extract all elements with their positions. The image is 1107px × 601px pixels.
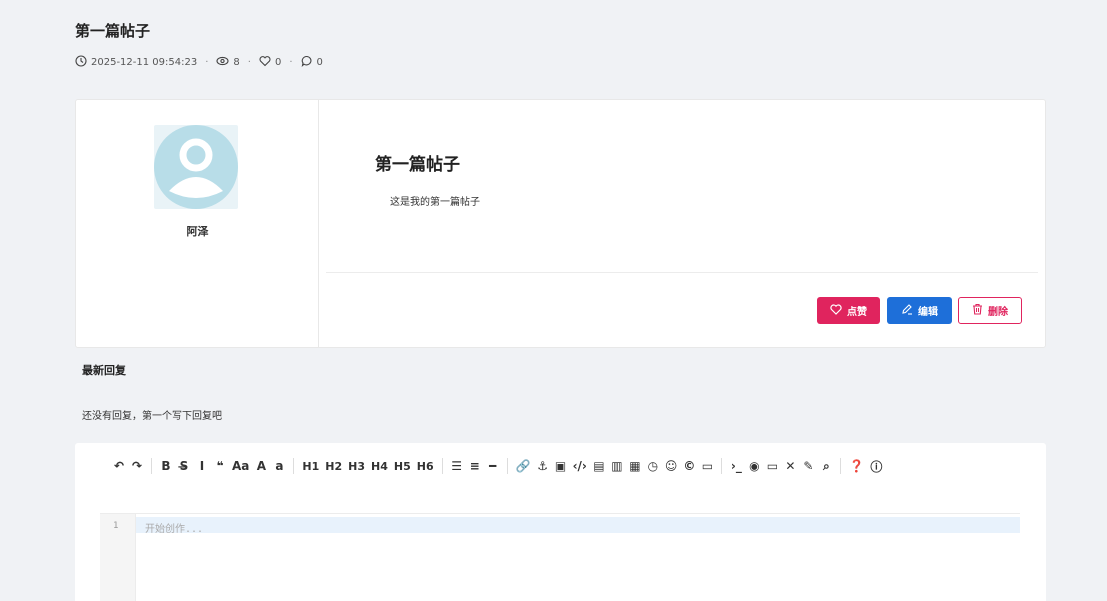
comments-count: 0 [316,57,323,68]
author-name[interactable]: 阿泽 [76,223,319,239]
toolbar-separator [721,458,723,474]
post-meta: 2025-12-11 09:54:23 · 8 · 0 · 0 [75,55,323,70]
lowercase-button[interactable]: a [270,456,288,476]
meta-separator: · [247,57,251,68]
editor-toolbar: ↶ ↷ B S̶ I ❝ Aa Aa H1 H2 H3 H4 H5 H6 ☰ ≡ ━ 🔗 ⚓ ▣ ‹/› ▤ ▥ ▦ ◷ ☺ © ▭ ›… [110,456,1020,476]
link-icon[interactable]: 🔗 [513,456,534,476]
no-replies-text: 还没有回复，第一个写下回复吧 [82,411,222,422]
edit-label: 编辑 [918,307,938,318]
h2-button[interactable]: H2 [322,456,345,476]
code-file-icon[interactable]: ▥ [608,456,626,476]
fullscreen-icon[interactable]: ✕ [781,456,799,476]
toolbar-separator [840,458,842,474]
watch-icon[interactable]: ▭ [763,456,781,476]
pagebreak-icon[interactable]: ▭ [698,456,716,476]
info-icon[interactable]: ⓘ [867,456,885,476]
post-content-panel: 第一篇帖子 这是我的第一篇帖子 点赞 编辑 删除 [319,100,1045,347]
h6-button[interactable]: H6 [414,456,437,476]
toolbar-separator [506,458,508,474]
quote-button[interactable]: ❝ [211,456,229,476]
redo-icon[interactable]: ↷ [128,456,146,476]
editor-card: ↶ ↷ B S̶ I ❝ Aa Aa H1 H2 H3 H4 H5 H6 ☰ ≡ ━ 🔗 ⚓ ▣ ‹/› ▤ ▥ ▦ ◷ ☺ © ▭ ›… [75,443,1046,601]
anchor-icon[interactable]: ⚓ [534,456,552,476]
uppercase-button[interactable]: A [252,456,270,476]
replies-title: 最新回复 [82,364,126,377]
views-count: 8 [233,57,240,68]
clear-icon[interactable]: ✎ [799,456,817,476]
divider [326,272,1038,273]
trash-icon [972,303,983,318]
h5-button[interactable]: H5 [391,456,414,476]
ordered-list-icon[interactable]: ≡ [466,456,484,476]
h4-button[interactable]: H4 [368,456,391,476]
heart-icon [830,303,842,318]
edit-icon [901,303,913,318]
post-card: 阿泽 第一篇帖子 这是我的第一篇帖子 点赞 编辑 删除 [75,99,1046,348]
delete-button[interactable]: 删除 [958,297,1022,324]
datetime-icon[interactable]: ◷ [644,456,662,476]
strikethrough-button[interactable]: S̶ [175,456,193,476]
upper-lower-case-button[interactable]: Aa [229,456,252,476]
html-entities-icon[interactable]: © [680,456,698,476]
like-button[interactable]: 点赞 [817,297,880,324]
comment-icon [301,55,313,70]
like-label: 点赞 [847,307,867,318]
toolbar-separator [293,458,295,474]
edit-button[interactable]: 编辑 [887,297,952,324]
eye-icon [216,55,229,70]
emoji-icon[interactable]: ☺ [662,456,681,476]
meta-separator: · [289,57,293,68]
post-body: 这是我的第一篇帖子 [390,197,480,208]
line-gutter: 1 [100,514,136,601]
bold-button[interactable]: B [157,456,175,476]
toolbar-separator [151,458,152,474]
editor-area[interactable]: 1 开始创作... [100,513,1020,601]
editor-placeholder: 开始创作... [145,524,204,535]
unordered-list-icon[interactable]: ☰ [448,456,466,476]
avatar[interactable] [154,125,238,209]
image-icon[interactable]: ▣ [552,456,570,476]
code-icon[interactable]: ‹/› [570,456,590,476]
clock-icon [75,55,87,70]
horizontal-rule-icon[interactable]: ━ [484,456,502,476]
post-datetime: 2025-12-11 09:54:23 [91,57,198,68]
italic-button[interactable]: I [193,456,211,476]
post-heading: 第一篇帖子 [375,155,460,175]
preview-icon[interactable]: ◉ [745,456,763,476]
meta-separator: · [205,57,209,68]
h1-button[interactable]: H1 [299,456,322,476]
undo-icon[interactable]: ↶ [110,456,128,476]
h3-button[interactable]: H3 [345,456,368,476]
goto-line-icon[interactable]: ›_ [727,456,745,476]
help-icon[interactable]: ❓ [846,456,867,476]
author-panel: 阿泽 [76,100,319,347]
delete-label: 删除 [988,307,1008,318]
heart-icon [259,55,271,70]
page-title: 第一篇帖子 [75,22,151,40]
toolbar-separator [441,458,443,474]
table-icon[interactable]: ▦ [626,456,644,476]
code-block-icon[interactable]: ▤ [590,456,608,476]
active-line [136,517,1020,533]
likes-count: 0 [274,57,282,68]
search-icon[interactable]: ⌕ [817,456,835,476]
